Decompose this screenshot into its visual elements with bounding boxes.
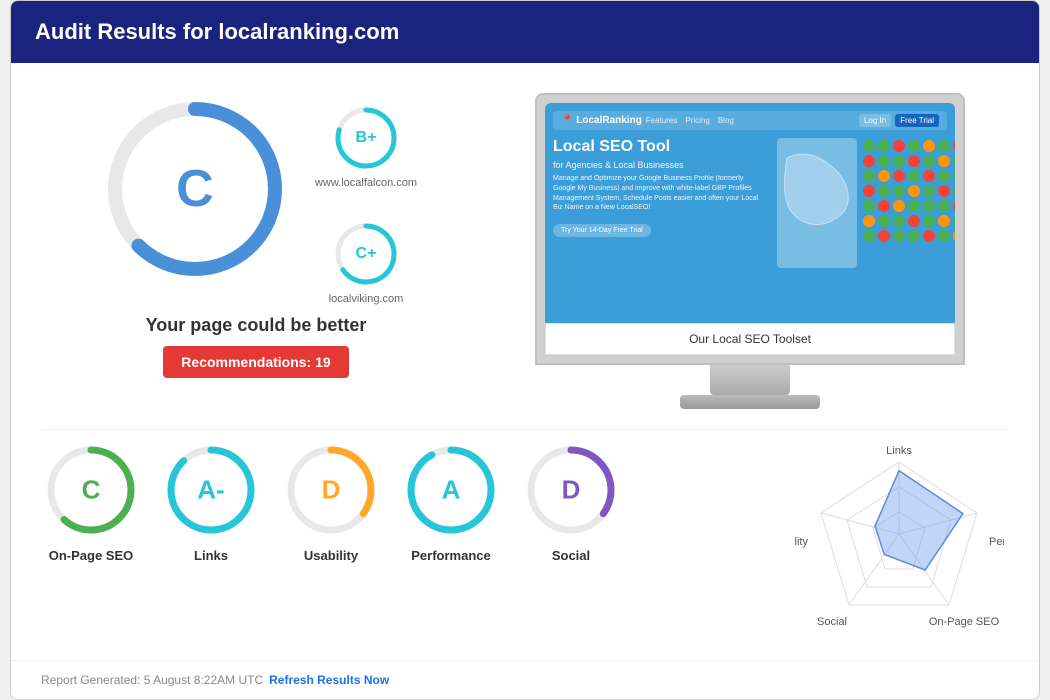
monitor-hero-subtitle: for Agencies & Local Businesses	[553, 160, 767, 170]
bottom-section: C On-Page SEO A- Links	[41, 429, 1009, 640]
grade-item-on-page-seo: C On-Page SEO	[41, 440, 141, 563]
monitor-map-bg	[777, 138, 857, 268]
grade-item-social: D Social	[521, 440, 621, 563]
main-grade-letter: C	[176, 159, 214, 219]
monitor-trial-btn: Free Trial	[895, 114, 939, 127]
grade-letter-performance: A	[442, 475, 461, 506]
footer-bar: Report Generated: 5 August 8:22AM UTC Re…	[11, 660, 1039, 699]
grade-circle-social: D	[521, 440, 621, 540]
grade-name-usability: Usability	[304, 548, 358, 563]
monitor-screen: 📍 LocalRanking Features Pricing Blog Log…	[545, 103, 955, 323]
nav-pricing: Pricing	[685, 116, 709, 125]
top-section: C B+ www.localfalcon.c	[41, 83, 1009, 409]
monitor-hero-body: Manage and Optimize your Google Business…	[553, 174, 767, 213]
page-header: Audit Results for localranking.com	[11, 1, 1039, 63]
comp-circle-1: C+	[331, 219, 401, 289]
monitor-body: 📍 LocalRanking Features Pricing Blog Log…	[535, 93, 965, 365]
grade-circle-on-page-seo: C	[41, 440, 141, 540]
comp-circle-0: B+	[331, 103, 401, 173]
svg-text:Performance: Performance	[989, 536, 1004, 548]
monitor-hero-title: Local SEO Tool	[553, 138, 767, 156]
grade-item-links: A- Links	[161, 440, 261, 563]
monitor-section: 📍 LocalRanking Features Pricing Blog Log…	[491, 83, 1009, 409]
comp-grade-1: C+	[356, 245, 377, 263]
monitor-hero: Local SEO Tool for Agencies & Local Busi…	[553, 138, 947, 298]
dot-grid	[861, 138, 947, 246]
monitor-login-btn: Log In	[859, 114, 891, 127]
main-score-circle: C	[95, 89, 295, 289]
grade-circles-row: C On-Page SEO A- Links	[41, 440, 779, 563]
nav-features: Features	[646, 116, 678, 125]
monitor-hero-text: Local SEO Tool for Agencies & Local Busi…	[553, 138, 767, 298]
nav-blog: Blog	[718, 116, 734, 125]
monitor-bottom-text: Our Local SEO Toolset	[545, 323, 955, 355]
monitor-topbar: 📍 LocalRanking Features Pricing Blog Log…	[553, 111, 947, 130]
monitor-nav: Features Pricing Blog	[646, 116, 734, 125]
svg-text:On-Page SEO: On-Page SEO	[929, 616, 1000, 628]
score-headline: Your page could be better	[146, 315, 367, 336]
grade-item-usability: D Usability	[281, 440, 381, 563]
grade-letter-usability: D	[322, 475, 341, 506]
monitor-hero-button: Try Your 14-Day Free Trial	[553, 224, 651, 237]
radar-section: Links Performance On-Page SEO Social Usa…	[789, 440, 1009, 640]
grade-name-social: Social	[552, 548, 590, 563]
grade-letter-links: A-	[197, 475, 224, 506]
score-text: Your page could be better Recommendation…	[146, 315, 367, 378]
grade-item-performance: A Performance	[401, 440, 501, 563]
radar-chart: Links Performance On-Page SEO Social Usa…	[794, 440, 1004, 640]
recommendations-button[interactable]: Recommendations: 19	[163, 346, 348, 378]
comp-grade-0: B+	[356, 129, 377, 147]
comp-item-0: B+ www.localfalcon.com	[315, 103, 417, 189]
report-generated-text: Report Generated: 5 August 8:22AM UTC	[41, 673, 263, 687]
comp-item-1: C+ localviking.com	[315, 219, 417, 305]
monitor-logo: 📍 LocalRanking	[561, 115, 642, 126]
grade-name-on-page-seo: On-Page SEO	[49, 548, 134, 563]
svg-text:Social: Social	[817, 616, 847, 628]
monitor-base	[680, 395, 820, 409]
grade-name-links: Links	[194, 548, 228, 563]
page-title: Audit Results for localranking.com	[35, 19, 399, 44]
monitor-stand	[710, 365, 790, 395]
monitor-map-container	[777, 138, 947, 278]
comp-label-1: localviking.com	[329, 293, 404, 305]
grade-letter-on-page-seo: C	[82, 475, 101, 506]
grade-name-performance: Performance	[411, 548, 490, 563]
comp-label-0: www.localfalcon.com	[315, 177, 417, 189]
grade-circle-links: A-	[161, 440, 261, 540]
main-content: C B+ www.localfalcon.c	[11, 63, 1039, 660]
grade-circle-performance: A	[401, 440, 501, 540]
grade-letter-social: D	[562, 475, 581, 506]
refresh-results-link[interactable]: Refresh Results Now	[269, 673, 389, 687]
svg-text:Links: Links	[886, 445, 912, 457]
svg-text:Usability: Usability	[794, 536, 808, 548]
comparison-circles: B+ www.localfalcon.com C+	[315, 83, 417, 305]
monitor-wrapper: 📍 LocalRanking Features Pricing Blog Log…	[535, 93, 965, 409]
audit-card: Audit Results for localranking.com C	[10, 0, 1040, 700]
grade-circle-usability: D	[281, 440, 381, 540]
